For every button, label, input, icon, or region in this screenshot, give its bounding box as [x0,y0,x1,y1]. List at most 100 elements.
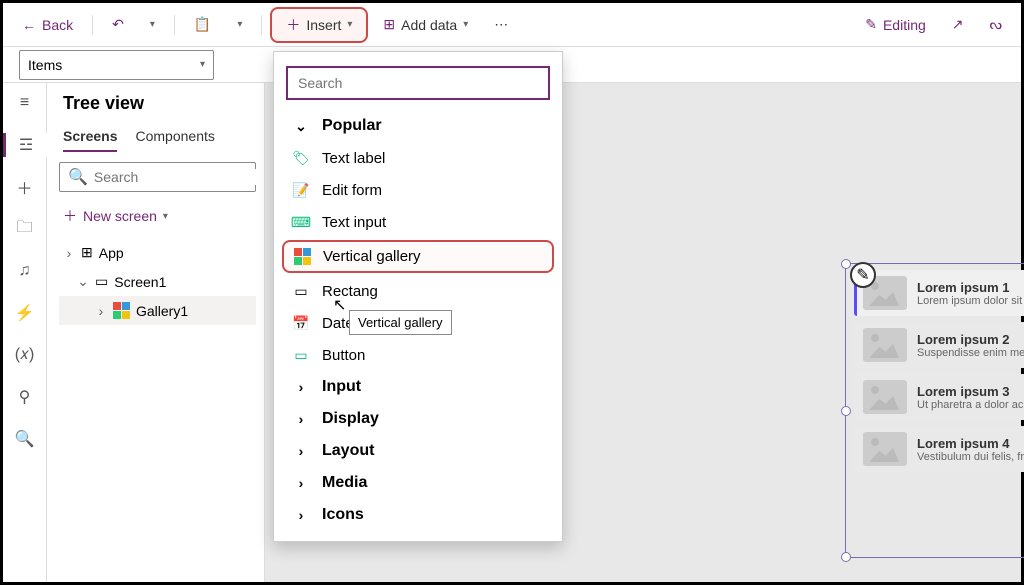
item-title: Lorem ipsum 3 [917,384,1024,399]
paste-button[interactable]: 📋 [183,9,222,40]
tree-gallery1-label: Gallery1 [136,303,188,319]
rail-settings-icon[interactable]: ⚲ [13,385,37,409]
tab-components[interactable]: Components [135,128,214,152]
separator [92,15,93,35]
add-data-label: Add data [401,17,457,33]
tree-screen1-label: Screen1 [114,274,166,290]
overflow-button[interactable]: ⋯ [483,9,519,40]
separator [174,15,175,35]
new-screen-button[interactable]: ＋ New screen ▾ [59,200,256,232]
tab-screens[interactable]: Screens [63,128,117,152]
item-text-input[interactable]: ⌨ Text input [274,206,562,238]
text-input-label: Text input [322,214,386,231]
text-label-icon: 🏷 [292,149,310,167]
edit-pencil-icon[interactable]: ✎ [850,262,876,288]
paste-more[interactable]: ▾ [226,12,253,37]
top-toolbar: ← Back ↶ ▾ 📋 ▾ ＋Insert ▾ ⊞Add data ▾ ⋯ ✎… [3,3,1021,47]
chevron-right-icon: › [292,410,310,428]
gallery-icon [113,302,130,319]
tooltip: Vertical gallery [349,310,452,335]
dropdown-search-input[interactable] [298,75,538,91]
tree-node-screen1[interactable]: ⌄▭ Screen1 [59,267,256,296]
icons-label: Icons [322,506,364,524]
category-layout[interactable]: ›Layout [274,435,562,467]
rail-data-icon[interactable]: 🗀 [13,217,37,241]
tree-node-app[interactable]: ›⊞ App [59,238,256,267]
button-icon: ▭ [292,346,310,364]
resize-handle[interactable] [841,406,851,416]
undo-button[interactable]: ↶ [101,9,135,40]
separator [261,15,262,35]
item-subtitle: Ut pharetra a dolor ac vehicula. [917,399,1024,411]
popular-label: Popular [322,117,382,135]
chevron-right-icon: › [292,378,310,396]
tree-search-input[interactable] [94,169,265,185]
rail-search-icon[interactable]: 🔍 [13,427,37,451]
tree-node-gallery1[interactable]: › Gallery1 [59,296,256,325]
category-media[interactable]: ›Media [274,467,562,499]
dropdown-search[interactable] [286,66,550,100]
vertical-gallery-label: Vertical gallery [323,248,421,265]
insert-dropdown: ⌄ Popular 🏷 Text label 📝Edit form ⌨ Text in… [273,51,563,542]
gallery-item[interactable]: Lorem ipsum 3Ut pharetra a dolor ac vehi… [854,374,1024,420]
chevron-down-icon: ⌄ [292,117,310,135]
rail-tree-icon[interactable]: ☲ [3,133,47,157]
property-value: Items [28,57,62,73]
rail-media-icon[interactable]: ♫ [13,259,37,283]
back-label: Back [42,17,73,33]
search-icon: 🔍 [68,167,88,187]
display-label: Display [322,410,379,428]
property-selector[interactable]: Items▾ [19,50,214,80]
item-subtitle: Lorem ipsum dolor sit amet, consectetur … [917,295,1024,307]
item-text-label[interactable]: 🏷 Text label [274,142,562,174]
category-popular[interactable]: ⌄ Popular [274,110,562,142]
rail-insert-icon[interactable]: ＋ [13,175,37,199]
tree-app-label: App [99,245,124,261]
vertical-gallery-icon [294,248,311,265]
image-placeholder-icon [863,380,907,414]
tree-view-pane: Tree view Screens Components 🔍 ＋ New scr… [47,83,265,582]
gallery-item[interactable]: Lorem ipsum 2Suspendisse enim metus, tin… [854,322,1024,368]
chevron-right-icon: › [292,506,310,524]
add-data-button[interactable]: ⊞Add data ▾ [372,9,479,40]
chevron-right-icon: › [292,442,310,460]
item-edit-form[interactable]: 📝Edit form [274,174,562,206]
gallery-selection[interactable]: ✎ Lorem ipsum 1Lorem ipsum dolor sit ame… [845,263,1024,558]
input-label: Input [322,378,361,396]
rail-hamburger-icon[interactable]: ≡ [13,91,37,115]
item-title: Lorem ipsum 4 [917,436,1024,451]
tree-search[interactable]: 🔍 [59,162,256,192]
text-input-icon: ⌨ [292,213,310,231]
category-display[interactable]: › Display [274,403,562,435]
edit-form-icon: 📝 [292,181,310,199]
item-button[interactable]: ▭ Button [274,339,562,371]
gallery-item[interactable]: Lorem ipsum 1Lorem ipsum dolor sit amet,… [854,270,1024,316]
rail-variables-icon[interactable]: (𝑥) [13,343,37,367]
share-button[interactable]: ↗ [941,9,975,40]
insert-button[interactable]: ＋Insert ▾ [270,7,368,43]
rail-powerautomate-icon[interactable]: ⚡ [13,301,37,325]
image-placeholder-icon [863,432,907,466]
resize-handle[interactable] [841,259,851,269]
chevron-right-icon: › [292,474,310,492]
item-rectangle[interactable]: ▭Rectang [274,275,562,307]
undo-more[interactable]: ▾ [139,12,166,37]
resize-handle[interactable] [841,552,851,562]
cursor-icon: ↖ [333,295,346,315]
item-subtitle: Suspendisse enim metus, tincidunt quis l… [917,347,1024,359]
item-subtitle: Vestibulum dui felis, fringilla nec mi s… [917,451,1024,463]
tree-title: Tree view [63,93,256,114]
virtual-agent-button[interactable]: ᔓ [979,9,1013,40]
date-picker-icon: 📅 [292,314,310,332]
editing-button[interactable]: ✎ Editing [854,9,937,40]
item-vertical-gallery[interactable]: Vertical gallery [282,240,554,273]
back-button[interactable]: ← Back [11,10,84,40]
rectangle-label: Rectang [322,283,378,300]
image-placeholder-icon [863,328,907,362]
button-label: Button [322,347,365,364]
category-icons[interactable]: › Icons [274,499,562,531]
text-label-label: Text label [322,150,385,167]
category-input[interactable]: › Input [274,371,562,403]
editing-label: Editing [883,17,926,33]
gallery-item[interactable]: Lorem ipsum 4Vestibulum dui felis, fring… [854,426,1024,472]
